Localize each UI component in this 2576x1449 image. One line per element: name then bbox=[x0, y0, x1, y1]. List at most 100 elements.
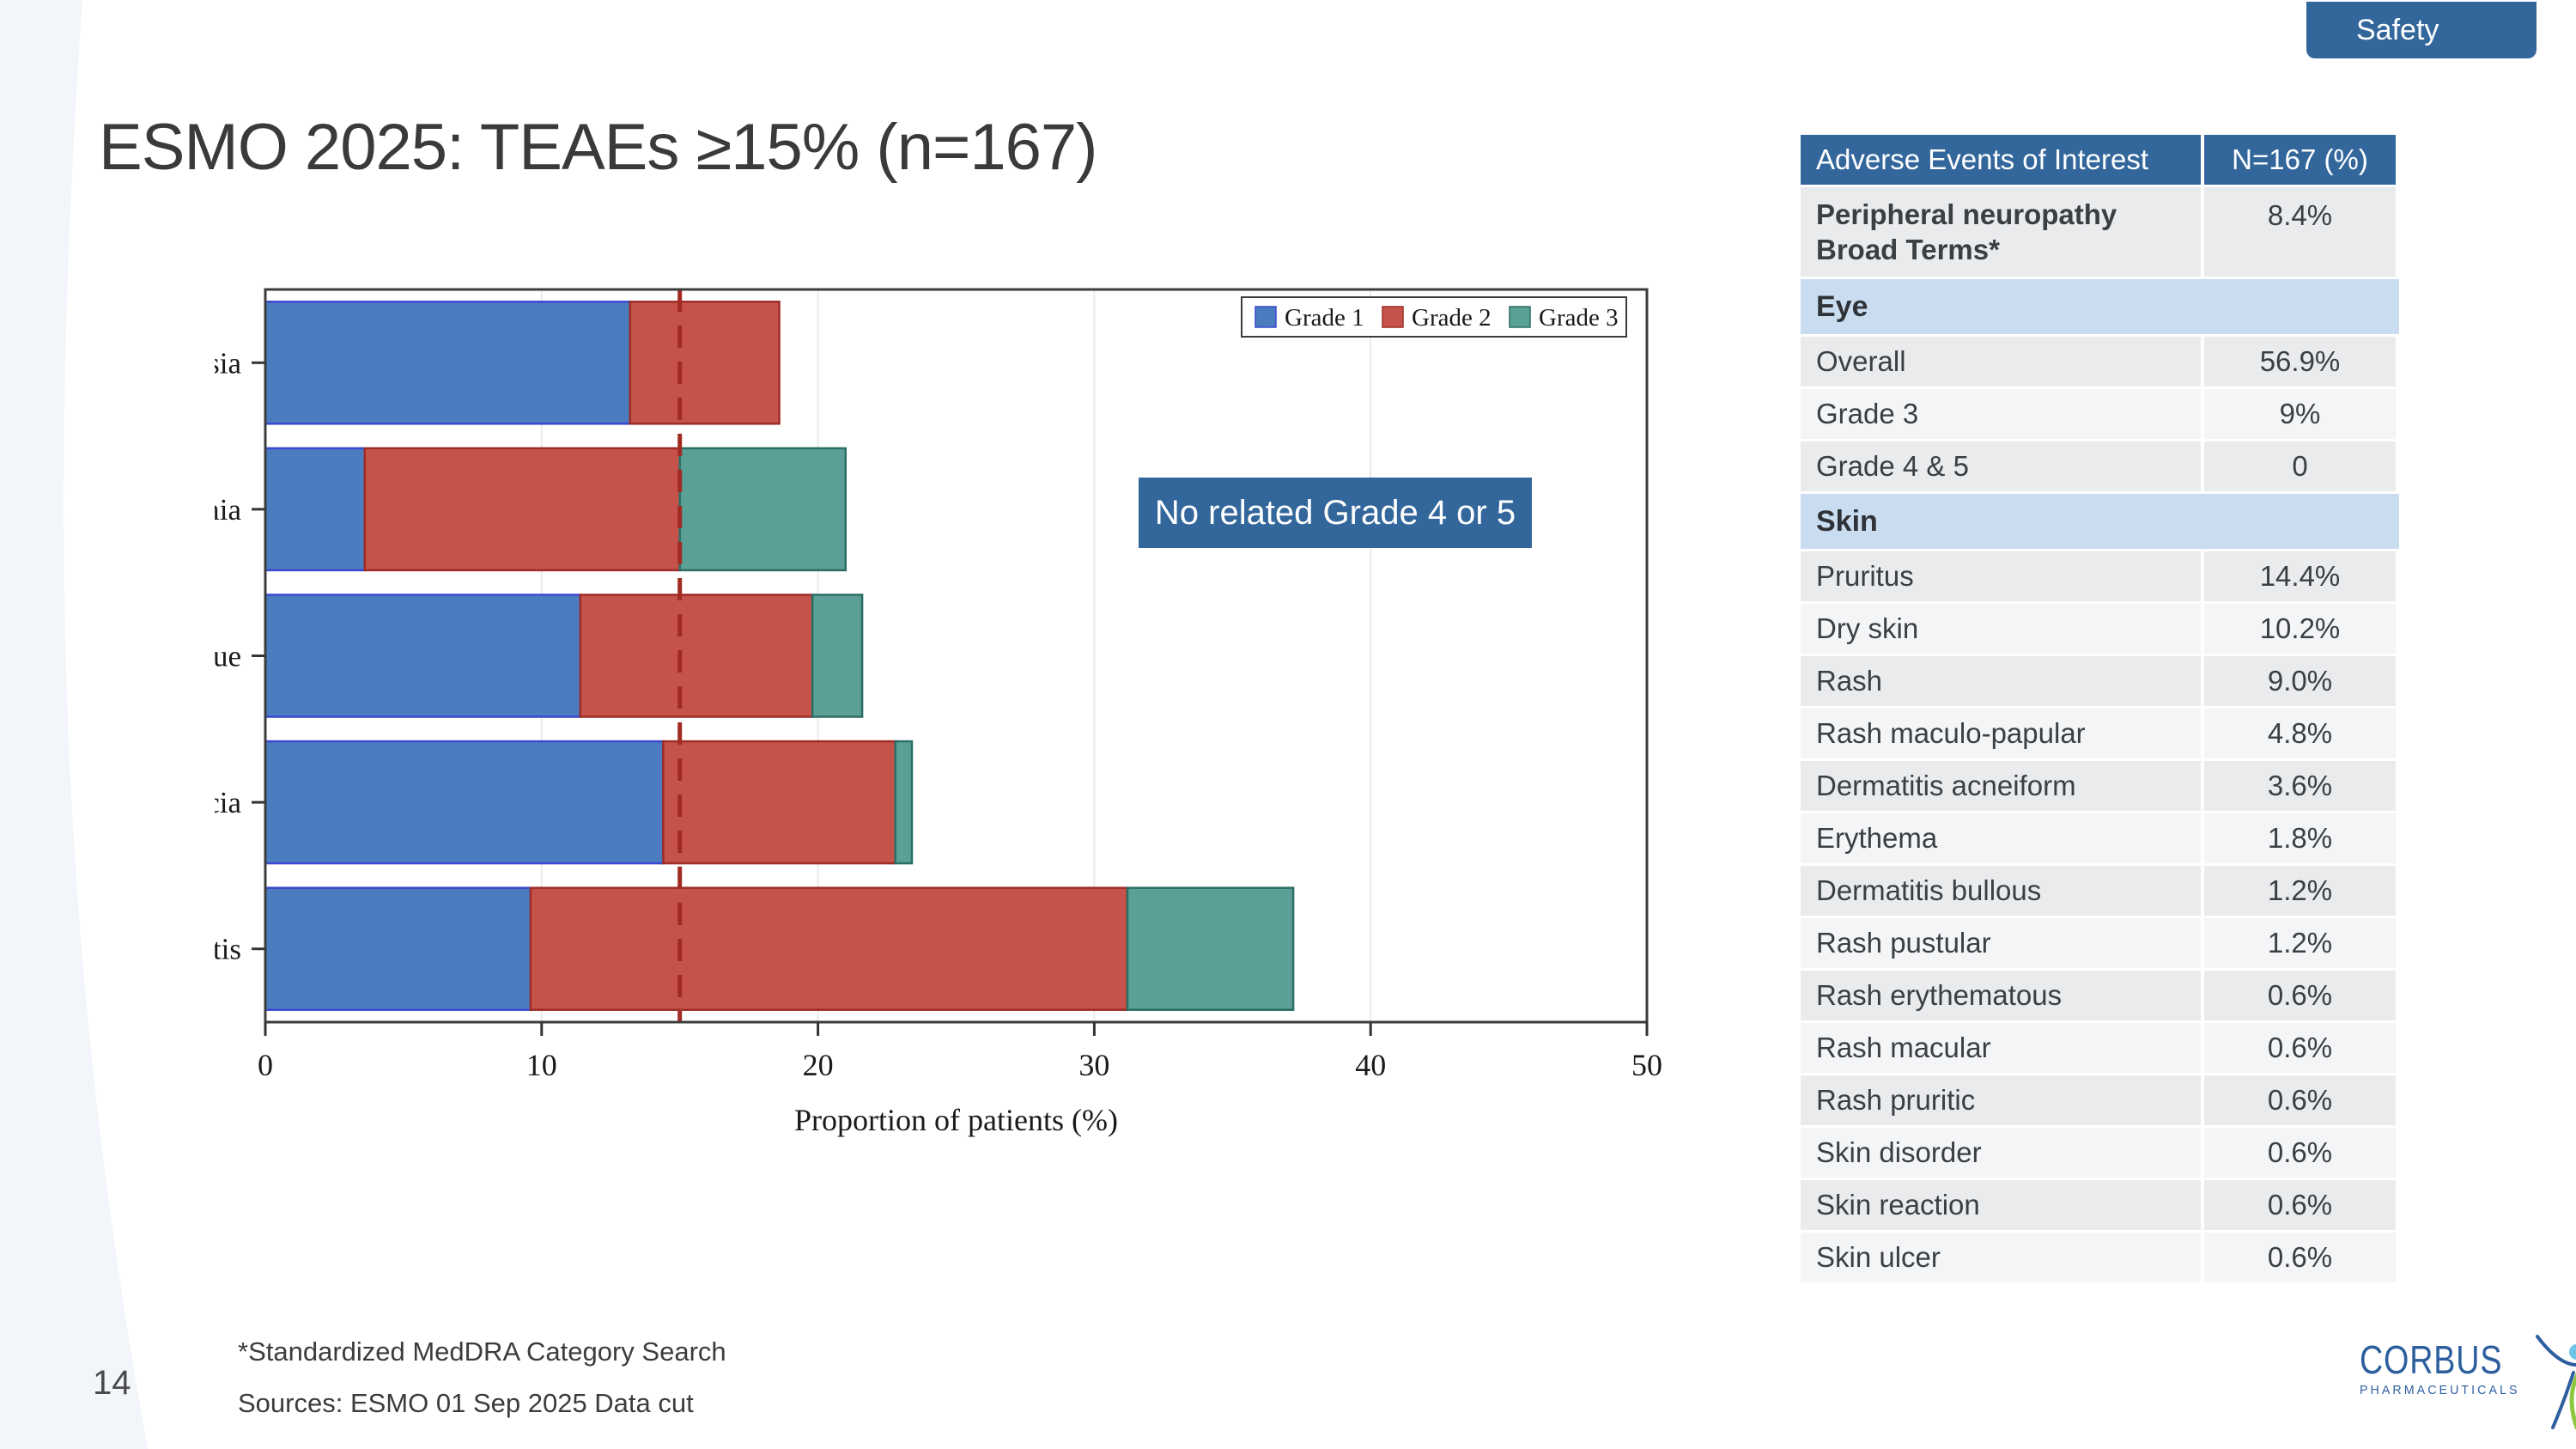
ae-value: 9% bbox=[2204, 389, 2396, 439]
bar-segment-grade-2 bbox=[531, 888, 1127, 1010]
footnote: *Standardized MedDRA Category Search bbox=[238, 1336, 726, 1367]
x-tick-label: 30 bbox=[1078, 1048, 1109, 1082]
ae-label: Rash bbox=[1801, 656, 2201, 706]
legend-swatch-grade-2 bbox=[1382, 307, 1403, 327]
section-label: Eye bbox=[1801, 279, 2399, 334]
bar-segment-grade-3 bbox=[812, 595, 862, 717]
table-row: Dermatitis acneiform3.6% bbox=[1801, 761, 2399, 811]
ae-value: 8.4% bbox=[2204, 187, 2396, 277]
ae-value: 0 bbox=[2204, 441, 2396, 491]
background-curve bbox=[0, 0, 223, 1449]
table-header-value: N=167 (%) bbox=[2204, 135, 2396, 185]
bar-segment-grade-1 bbox=[265, 888, 531, 1010]
table-header-label: Adverse Events of Interest bbox=[1801, 135, 2201, 185]
logo-text: CORBUS PHARMACEUTICALS bbox=[2360, 1340, 2534, 1397]
table-row: Grade 39% bbox=[1801, 389, 2399, 439]
bar-segment-grade-1 bbox=[265, 595, 580, 717]
table-row: Skin ulcer0.6% bbox=[1801, 1233, 2399, 1282]
bar-segment-grade-1 bbox=[265, 741, 663, 863]
ae-label: Overall bbox=[1801, 337, 2201, 387]
table-row: Grade 4 & 50 bbox=[1801, 441, 2399, 491]
table-row: Pruritus14.4% bbox=[1801, 551, 2399, 601]
ae-label: Rash maculo-papular bbox=[1801, 709, 2201, 758]
table-row: Rash pustular1.2% bbox=[1801, 918, 2399, 968]
table-section-row: Eye bbox=[1801, 279, 2399, 334]
ae-value: 0.6% bbox=[2204, 1128, 2396, 1178]
x-tick-label: 40 bbox=[1355, 1048, 1386, 1082]
safety-tab-label: Safety bbox=[2356, 14, 2439, 47]
table-row: Skin disorder0.6% bbox=[1801, 1128, 2399, 1178]
table-body: Peripheral neuropathyBroad Terms*8.4%Eye… bbox=[1801, 187, 2399, 1282]
legend-label: Grade 2 bbox=[1412, 304, 1492, 332]
legend-label: Grade 3 bbox=[1539, 304, 1619, 332]
table-row: Dry skin10.2% bbox=[1801, 604, 2399, 654]
table-header-row: Adverse Events of Interest N=167 (%) bbox=[1801, 135, 2399, 185]
annotation-box: No related Grade 4 or 5 bbox=[1139, 478, 1532, 548]
table-row: Rash9.0% bbox=[1801, 656, 2399, 706]
ae-label: Grade 3 bbox=[1801, 389, 2201, 439]
table-row: Rash maculo-papular4.8% bbox=[1801, 709, 2399, 758]
legend-swatch-grade-1 bbox=[1255, 307, 1276, 327]
ae-value: 1.8% bbox=[2204, 813, 2396, 863]
ae-label: Skin disorder bbox=[1801, 1128, 2201, 1178]
annotation-text: No related Grade 4 or 5 bbox=[1155, 494, 1516, 533]
legend-label: Grade 1 bbox=[1285, 304, 1364, 332]
ae-value: 1.2% bbox=[2204, 866, 2396, 916]
table-row: Dermatitis bullous1.2% bbox=[1801, 866, 2399, 916]
page-number: 14 bbox=[93, 1364, 131, 1403]
section-label: Skin bbox=[1801, 494, 2399, 549]
ae-value: 10.2% bbox=[2204, 604, 2396, 654]
table-section-row: Skin bbox=[1801, 494, 2399, 549]
table-row: Erythema1.8% bbox=[1801, 813, 2399, 863]
x-tick-label: 10 bbox=[526, 1048, 557, 1082]
bar-segment-grade-2 bbox=[630, 301, 780, 423]
page-title: ESMO 2025: TEAEs ≥15% (n=167) bbox=[99, 110, 1097, 185]
bar-segment-grade-1 bbox=[265, 448, 365, 570]
ae-label: Skin reaction bbox=[1801, 1180, 2201, 1230]
legend-swatch-grade-3 bbox=[1510, 307, 1530, 327]
ae-label: Skin ulcer bbox=[1801, 1233, 2201, 1282]
bar-segment-grade-3 bbox=[1127, 888, 1293, 1010]
ae-value: 9.0% bbox=[2204, 656, 2396, 706]
logo-figure-icon bbox=[2536, 1335, 2576, 1429]
ae-label: Rash pruritic bbox=[1801, 1075, 2201, 1125]
ae-label: Rash pustular bbox=[1801, 918, 2201, 968]
adverse-events-table: Adverse Events of Interest N=167 (%) Per… bbox=[1801, 135, 2399, 1285]
safety-tab: Safety bbox=[2306, 2, 2537, 58]
ae-value: 3.6% bbox=[2204, 761, 2396, 811]
table-row: Rash pruritic0.6% bbox=[1801, 1075, 2399, 1125]
ae-value: 0.6% bbox=[2204, 1023, 2396, 1073]
y-axis-label: Dysgeusia bbox=[215, 346, 241, 380]
ae-label: Erythema bbox=[1801, 813, 2201, 863]
ae-label: Rash erythematous bbox=[1801, 971, 2201, 1020]
ae-label: Dermatitis acneiform bbox=[1801, 761, 2201, 811]
ae-value: 0.6% bbox=[2204, 971, 2396, 1020]
bar-segment-grade-2 bbox=[365, 448, 680, 570]
ae-label: Dermatitis bullous bbox=[1801, 866, 2201, 916]
logo-subtitle: PHARMACEUTICALS bbox=[2360, 1383, 2525, 1397]
table-row: Skin reaction0.6% bbox=[1801, 1180, 2399, 1230]
bar-segment-grade-3 bbox=[680, 448, 846, 570]
ae-value: 4.8% bbox=[2204, 709, 2396, 758]
bar-segment-grade-2 bbox=[663, 741, 895, 863]
ae-label: Peripheral neuropathyBroad Terms* bbox=[1801, 187, 2201, 277]
corbus-logo: CORBUS PHARMACEUTICALS bbox=[2360, 1340, 2576, 1429]
y-axis-label: Keratitis bbox=[215, 933, 241, 966]
y-axis-label: Anaemia bbox=[215, 493, 241, 527]
ae-value: 0.6% bbox=[2204, 1180, 2396, 1230]
x-tick-label: 0 bbox=[258, 1048, 273, 1082]
bar-segment-grade-1 bbox=[265, 301, 630, 423]
slide: Safety ESMO 2025: TEAEs ≥15% (n=167) Dys… bbox=[0, 0, 2576, 1449]
ae-value: 0.6% bbox=[2204, 1233, 2396, 1282]
ae-label: Grade 4 & 5 bbox=[1801, 441, 2201, 491]
logo-name: CORBUS bbox=[2360, 1340, 2502, 1379]
ae-label: Pruritus bbox=[1801, 551, 2201, 601]
ae-value: 0.6% bbox=[2204, 1075, 2396, 1125]
table-row: Overall56.9% bbox=[1801, 337, 2399, 387]
teae-bar-chart: DysgeusiaAnaemiaFatigueAlopeciaKeratitis… bbox=[215, 283, 1692, 1202]
source-line: Sources: ESMO 01 Sep 2025 Data cut bbox=[238, 1388, 694, 1419]
ae-label: Rash macular bbox=[1801, 1023, 2201, 1073]
bar-segment-grade-3 bbox=[896, 741, 912, 863]
y-axis-label: Alopecia bbox=[215, 786, 241, 819]
table-row: Rash erythematous0.6% bbox=[1801, 971, 2399, 1020]
